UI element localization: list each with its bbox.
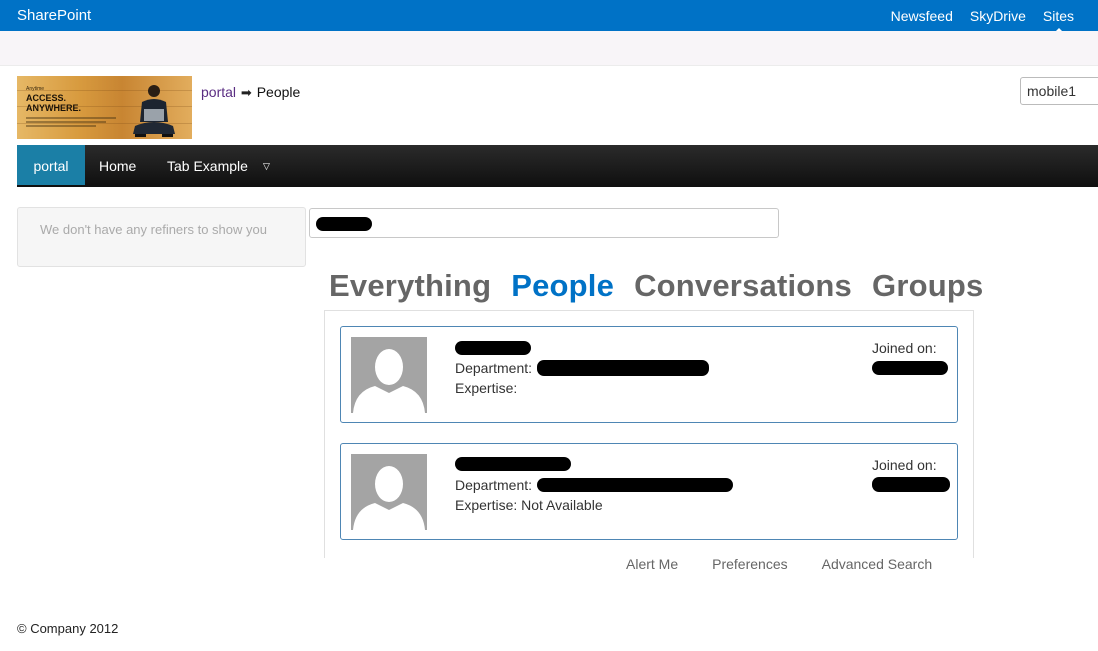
tab-everything[interactable]: Everything (329, 268, 491, 304)
copyright-text: © Company 2012 (17, 621, 119, 636)
search-footer-links: Alert Me Preferences Advanced Search (626, 556, 932, 572)
breadcrumb-portal-link[interactable]: portal (201, 84, 236, 100)
advanced-search-link[interactable]: Advanced Search (822, 556, 933, 572)
redacted-name (455, 457, 571, 471)
tab-conversations[interactable]: Conversations (634, 268, 852, 304)
tab-people[interactable]: People (511, 268, 614, 304)
expertise-value: Not Available (521, 497, 603, 513)
nav-portal[interactable]: portal (17, 145, 85, 185)
department-row: Department: (455, 477, 532, 493)
top-navigation: portal Home Tab Example ▽ (17, 145, 1098, 187)
ribbon-bar (0, 31, 1098, 66)
logo-headline: ACCESS. ANYWHERE. (26, 93, 82, 113)
breadcrumb: portal ➡ People (201, 84, 300, 101)
expertise-label: Expertise: (455, 497, 518, 513)
site-logo[interactable]: Anytime ACCESS. ANYWHERE. (17, 76, 192, 139)
person-silhouette-icon (351, 454, 427, 530)
redacted-query (316, 217, 372, 231)
person-silhouette-icon (351, 337, 427, 413)
arrow-right-icon: ➡ (240, 85, 252, 100)
department-label: Department: (455, 477, 533, 493)
redacted-joined-date (872, 361, 948, 375)
nav-tab-example[interactable]: Tab Example (167, 145, 248, 185)
refiners-message: We don't have any refiners to show you (40, 222, 267, 237)
preferences-link[interactable]: Preferences (712, 556, 787, 572)
department-row: Department: (455, 360, 532, 376)
brand-link[interactable]: SharePoint (17, 7, 91, 24)
redacted-department (537, 360, 709, 376)
sites-link[interactable]: Sites (1043, 8, 1074, 32)
search-query-box[interactable] (309, 208, 779, 238)
suite-links: Newsfeed SkyDrive Sites (891, 8, 1074, 32)
search-verticals: Everything People Conversations Groups (329, 268, 983, 304)
redacted-name (455, 341, 531, 355)
breadcrumb-current: People (256, 84, 301, 100)
alert-me-link[interactable]: Alert Me (626, 556, 678, 572)
newsfeed-link[interactable]: Newsfeed (891, 8, 953, 24)
logo-small-text: Anytime (26, 86, 45, 92)
skydrive-link[interactable]: SkyDrive (970, 8, 1026, 24)
redacted-joined-date (872, 477, 950, 492)
expertise-row: Expertise: (455, 380, 517, 396)
expertise-label: Expertise: (455, 380, 518, 396)
redacted-department (537, 478, 733, 492)
triangle-down-icon[interactable]: ▽ (263, 161, 270, 172)
joined-label: Joined on: (872, 340, 937, 356)
refiners-panel: We don't have any refiners to show you (17, 207, 306, 267)
suite-bar: SharePoint Newsfeed SkyDrive Sites (0, 0, 1098, 32)
people-result-card[interactable]: Department: Expertise: Not Available Joi… (340, 443, 958, 540)
joined-label: Joined on: (872, 457, 937, 473)
tab-groups[interactable]: Groups (872, 268, 983, 304)
expertise-row: Expertise: Not Available (455, 497, 603, 513)
department-label: Department: (455, 360, 533, 376)
logo-person-image (133, 85, 175, 137)
people-result-card[interactable]: Department: Expertise: Joined on: (340, 326, 958, 423)
site-search-input[interactable] (1020, 77, 1098, 105)
nav-home[interactable]: Home (99, 145, 136, 185)
logo-tagline-lines (26, 117, 116, 127)
